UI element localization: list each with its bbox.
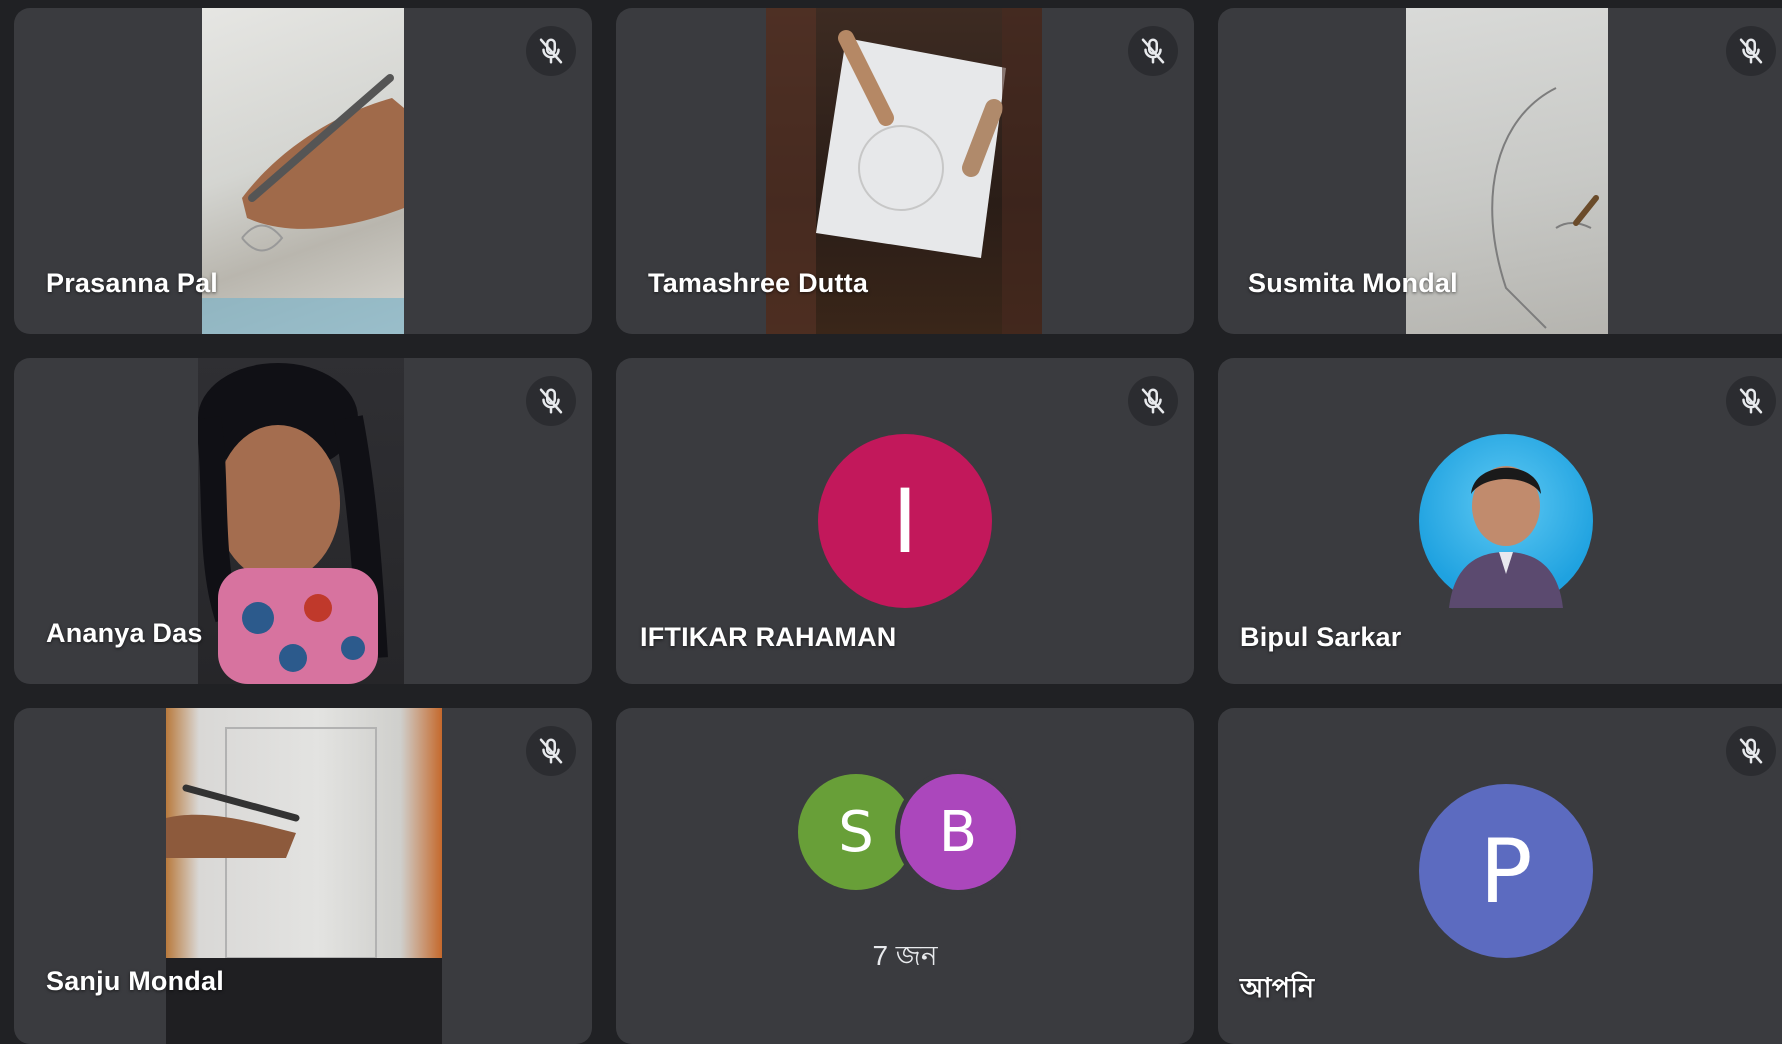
participant-avatar: B <box>900 774 1016 890</box>
mic-off-button[interactable] <box>526 726 576 776</box>
mic-off-icon <box>1141 38 1165 64</box>
participant-name: Sanju Mondal <box>46 966 224 996</box>
participant-name: Prasanna Pal <box>46 268 218 298</box>
participant-video <box>195 358 404 684</box>
mic-off-icon <box>1739 38 1763 64</box>
mic-off-icon <box>539 738 563 764</box>
participant-name: Tamashree Dutta <box>648 268 869 298</box>
profile-photo <box>1449 466 1563 608</box>
participant-tile[interactable]: Sanju Mondal <box>14 708 592 1044</box>
others-tile[interactable]: S B 7 জন <box>616 708 1194 1044</box>
participant-tile[interactable]: Ananya Das <box>14 358 592 684</box>
participant-avatar: S <box>798 774 914 890</box>
mic-off-button[interactable] <box>1726 26 1776 76</box>
mic-off-icon <box>539 388 563 414</box>
others-count: 7 জন <box>872 940 938 971</box>
participant-name: Bipul Sarkar <box>1240 622 1402 652</box>
participant-tile[interactable]: Bipul Sarkar <box>1218 358 1782 684</box>
mic-off-icon <box>1141 388 1165 414</box>
student-face-image <box>195 363 388 684</box>
participant-name: IFTIKAR RAHAMAN <box>640 622 897 652</box>
participant-tile[interactable]: I IFTIKAR RAHAMAN <box>616 358 1194 684</box>
mic-off-button[interactable] <box>526 376 576 426</box>
mic-off-icon <box>539 38 563 64</box>
mic-off-icon <box>1739 388 1763 414</box>
mic-off-button[interactable] <box>1726 376 1776 426</box>
mic-off-button[interactable] <box>1128 26 1178 76</box>
participant-avatar: P <box>1419 784 1593 958</box>
mic-off-button[interactable] <box>526 26 576 76</box>
participant-tile[interactable]: Prasanna Pal <box>14 8 592 334</box>
participant-name: Susmita Mondal <box>1248 268 1458 298</box>
participant-tile[interactable]: Tamashree Dutta <box>616 8 1194 334</box>
participant-avatar <box>1419 434 1593 608</box>
meeting-grid: Prasanna Pal Tamashree Dutta Susmita Mon… <box>0 0 1782 1044</box>
self-tile[interactable]: P আপনি <box>1218 708 1782 1044</box>
participant-avatar: I <box>818 434 992 608</box>
participant-tile[interactable]: Susmita Mondal <box>1218 8 1782 334</box>
mic-off-button[interactable] <box>1726 726 1776 776</box>
participant-name: আপনি <box>1240 973 1315 1004</box>
mic-off-icon <box>1739 738 1763 764</box>
participant-name: Ananya Das <box>46 618 203 648</box>
participant-video <box>202 8 404 334</box>
mic-off-button[interactable] <box>1128 376 1178 426</box>
drawing-hand-image <box>202 74 404 334</box>
